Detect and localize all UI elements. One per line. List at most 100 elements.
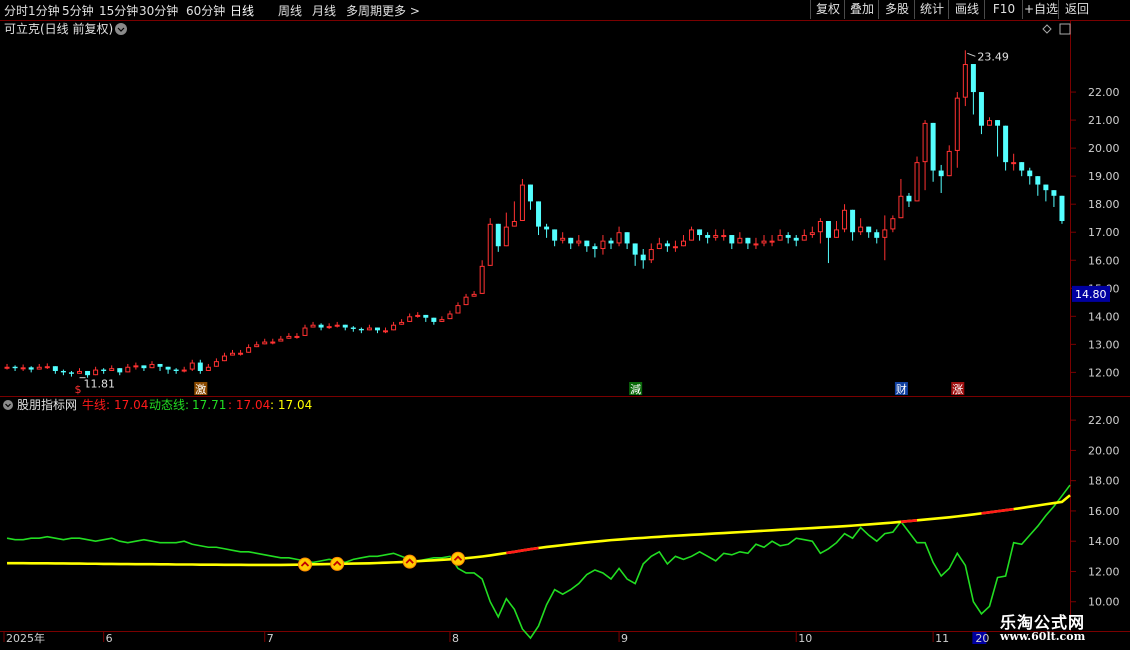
candle-body xyxy=(12,366,18,369)
candle-body xyxy=(842,209,848,230)
candle-body xyxy=(52,366,58,371)
price-tick-label: 20.00 xyxy=(1088,142,1120,155)
candle-body xyxy=(890,218,896,230)
window-icon xyxy=(1059,23,1071,35)
candle-body xyxy=(77,370,83,374)
indicator-collapse-icon xyxy=(3,400,13,410)
candle-body xyxy=(407,316,413,322)
candle-body xyxy=(447,313,453,320)
niu-line-red-segment xyxy=(981,507,1014,515)
candle-body xyxy=(270,341,276,344)
candle-body xyxy=(181,369,187,372)
candle-body xyxy=(536,201,542,227)
candle-body xyxy=(109,368,115,371)
candle-body xyxy=(60,370,66,373)
candle-body xyxy=(463,296,469,306)
event-marker-label: $ xyxy=(75,383,82,396)
candle-body xyxy=(350,327,356,329)
candle-body xyxy=(713,235,719,238)
candle-body xyxy=(310,324,316,328)
high-label: 23.49 xyxy=(977,50,1009,63)
candle-body xyxy=(431,317,437,322)
candle-body xyxy=(946,150,952,177)
candle-body xyxy=(552,229,558,241)
candle-body xyxy=(383,330,389,333)
indicator-tick-label: 16.00 xyxy=(1088,505,1120,518)
candle-body xyxy=(85,370,91,376)
candle-body xyxy=(785,235,791,238)
candle-body xyxy=(4,366,10,369)
candle-body xyxy=(278,338,284,342)
candle-body xyxy=(833,229,839,238)
candle-body xyxy=(608,240,614,244)
candle-body xyxy=(262,341,268,345)
candle-body xyxy=(503,226,509,247)
price-tick-label: 16.00 xyxy=(1088,254,1120,267)
current-price-label: 14.80 xyxy=(1075,288,1107,301)
main-panel-title: 可立克(日线 前复权) xyxy=(4,21,113,36)
candle-body xyxy=(970,64,976,93)
price-tick-label: 18.00 xyxy=(1088,198,1120,211)
candle-body xyxy=(882,229,888,238)
candle-body xyxy=(640,254,646,261)
candle-body xyxy=(44,366,50,369)
candle-body xyxy=(286,335,292,339)
signal-marker xyxy=(330,556,345,571)
indicator-series xyxy=(6,484,1071,640)
price-tick-label: 19.00 xyxy=(1088,170,1120,183)
diamond-icon xyxy=(1042,24,1052,34)
candle-body xyxy=(648,249,654,261)
candle-body xyxy=(326,326,332,329)
candle-body xyxy=(294,335,300,338)
candle-body xyxy=(439,319,445,322)
candle-body xyxy=(415,314,421,317)
indicator-header-text: 牛线: xyxy=(82,397,110,412)
candle-body xyxy=(399,321,405,325)
candle-body xyxy=(850,209,856,233)
candle-body xyxy=(479,265,485,294)
candle-body xyxy=(318,324,324,328)
candle-body xyxy=(455,305,461,314)
candle-body xyxy=(624,232,630,244)
candle-body xyxy=(246,347,252,353)
event-marker-label: 财 xyxy=(896,382,907,396)
candle-body xyxy=(906,195,912,202)
candle-body xyxy=(745,237,751,244)
chart-canvas: 12.0013.0014.0015.0016.0017.0018.0019.00… xyxy=(0,20,1130,645)
price-tick-label: 14.00 xyxy=(1088,310,1120,323)
candle-body xyxy=(471,293,477,297)
main-panel-collapse-icon xyxy=(115,23,127,35)
time-tick-label: 8 xyxy=(452,632,459,645)
candle-body xyxy=(1011,162,1017,165)
signal-marker xyxy=(402,554,417,569)
candle-body xyxy=(825,221,831,238)
price-tick-label: 13.00 xyxy=(1088,338,1120,351)
indicator-tick-label: 12.00 xyxy=(1088,565,1120,578)
candle-body xyxy=(487,223,493,266)
candle-body xyxy=(737,237,743,244)
signal-marker xyxy=(450,551,465,566)
candle-body xyxy=(584,240,590,247)
candle-body xyxy=(230,352,236,356)
candle-body xyxy=(391,324,397,331)
candle-body xyxy=(1059,195,1065,222)
candle-body xyxy=(930,122,936,171)
candle-body xyxy=(68,372,74,374)
candle-body xyxy=(101,369,107,371)
candle-body xyxy=(157,363,163,367)
niu-line-red-segment xyxy=(506,546,539,555)
price-tick-label: 21.00 xyxy=(1088,114,1120,127)
indicator-header-text: : 17.04 xyxy=(270,398,312,412)
low-label: 11.81 xyxy=(84,378,116,391)
candle-body xyxy=(761,240,767,244)
candle-body xyxy=(149,363,155,369)
candle-body xyxy=(656,243,662,250)
price-tick-label: 22.00 xyxy=(1088,86,1120,99)
indicator-header-text: : 17.04 xyxy=(228,398,270,412)
candle-body xyxy=(544,226,550,230)
candle-body xyxy=(342,324,348,328)
niu-line-red-segment xyxy=(900,519,918,524)
candle-body xyxy=(366,327,372,331)
candle-body xyxy=(423,314,429,318)
candle-body xyxy=(592,246,598,250)
